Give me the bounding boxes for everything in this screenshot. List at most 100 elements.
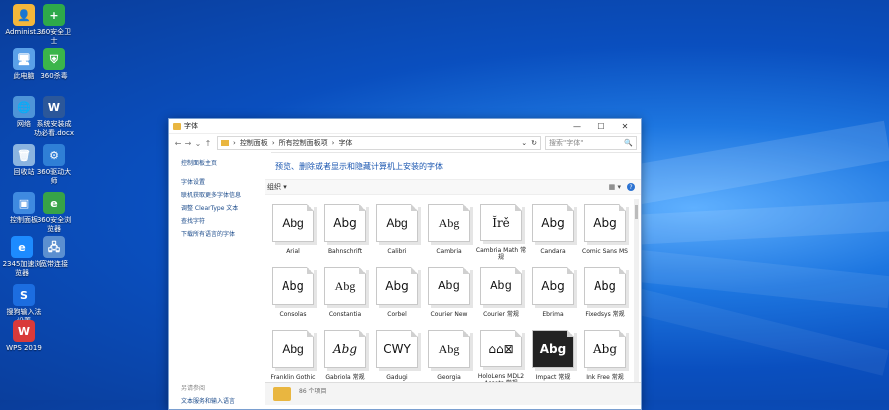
view-options-button[interactable]: ▦ ▾ (609, 183, 621, 191)
desktop-icon-label: 360驱动大师 (36, 168, 72, 185)
font-item[interactable]: Abg Comic Sans MS (579, 198, 631, 261)
font-preview-icon: Abg (584, 204, 626, 242)
folder-icon (173, 122, 181, 130)
organize-menu[interactable]: 组织 ▾ (267, 182, 287, 192)
breadcrumb-sep: › (233, 139, 236, 147)
app-icon: e (11, 236, 33, 258)
back-button[interactable]: ← (173, 139, 183, 148)
font-name: Courier New (430, 311, 468, 318)
desktop-icon-label: 360安全卫士 (36, 28, 72, 45)
font-item[interactable]: Abg Fixedsys 常规 (579, 261, 631, 324)
font-preview-icon: Abg (376, 204, 418, 242)
refresh-button[interactable]: ↻ (531, 139, 537, 147)
font-item[interactable]: Abg Corbel (371, 261, 423, 324)
app-icon: + (43, 4, 65, 26)
font-item[interactable]: Abg Bahnschrift (319, 198, 371, 261)
fonts-window: 字体 — ☐ ✕ ← → ⌄ ↑ › 控制面板 › 所有控制面板项 › 字体 ⌄… (168, 118, 642, 410)
address-bar: ← → ⌄ ↑ › 控制面板 › 所有控制面板项 › 字体 ⌄ ↻ 搜索"字体"… (169, 134, 641, 153)
search-placeholder: 搜索"字体" (549, 139, 584, 147)
font-name: Franklin Gothic (270, 374, 316, 381)
forward-button[interactable]: → (183, 139, 193, 148)
sidebar-item[interactable]: 查找字符 (181, 216, 271, 225)
font-item[interactable]: Abg Gabriola 常规 (319, 324, 371, 387)
desktop-icon[interactable]: e 360安全浏览器 (34, 192, 74, 234)
font-preview-icon: Abg (324, 204, 366, 242)
wallpaper-beam (601, 280, 889, 376)
desktop-icon[interactable]: ⚙ 360驱动大师 (34, 144, 74, 186)
page-heading: 预览、删除或者显示和隐藏计算机上安装的字体 (275, 162, 443, 171)
search-icon: 🔍 (624, 139, 633, 147)
title-bar[interactable]: 字体 — ☐ ✕ (169, 119, 641, 134)
font-item[interactable]: Ĭrě Cambria Math 常规 (475, 198, 527, 261)
address-input[interactable]: › 控制面板 › 所有控制面板项 › 字体 ⌄ ↻ (217, 136, 541, 150)
search-input[interactable]: 搜索"字体" 🔍 (545, 136, 637, 150)
font-preview-icon: Ĭrě (480, 204, 522, 241)
breadcrumb-all-items[interactable]: 所有控制面板项 (279, 138, 328, 148)
scroll-thumb[interactable] (635, 205, 638, 219)
font-name: Calibri (387, 248, 407, 255)
font-name: Courier 常规 (483, 311, 519, 318)
font-item[interactable]: Abg Ebrima (527, 261, 579, 324)
font-item[interactable]: Abg Candara (527, 198, 579, 261)
font-preview-icon: Abg (532, 204, 574, 242)
sidebar-item[interactable]: 字体设置 (181, 177, 271, 186)
vertical-scrollbar[interactable] (634, 199, 639, 395)
main-pane: 预览、删除或者显示和隐藏计算机上安装的字体 组织 ▾ ▦ ▾ ? Abg Aria… (265, 152, 641, 409)
desktop-icon[interactable]: W WPS 2019 (4, 320, 44, 353)
font-preview-icon: Abg (272, 267, 314, 305)
breadcrumb-fonts[interactable]: 字体 (338, 138, 352, 148)
font-item[interactable]: Abg Constantia (319, 261, 371, 324)
font-item[interactable]: Abg Cambria (423, 198, 475, 261)
font-name: Consolas (279, 311, 307, 318)
desktop-icon[interactable]: ⛨ 360杀毒 (34, 48, 74, 81)
sidebar: 控制面板主页 字体设置联机获取更多字体信息 调整 ClearType 文本 查找字符… (169, 152, 271, 409)
help-icon[interactable]: ? (627, 183, 635, 191)
font-item[interactable]: Abg Ink Free 常规 (579, 324, 631, 387)
app-icon: ⛨ (43, 48, 65, 70)
sidebar-item-text-services[interactable]: 文本服务和输入语言 (181, 396, 235, 405)
app-icon: 👤 (13, 4, 35, 26)
address-dropdown-button[interactable]: ⌄ (521, 139, 527, 147)
sidebar-home-link[interactable]: 控制面板主页 (181, 158, 271, 167)
maximize-button[interactable]: ☐ (589, 122, 613, 131)
font-grid: Abg Arial Abg Bahnschrift Abg Calibri Abg Cambr… (267, 198, 631, 387)
font-name: Arial (286, 248, 300, 255)
font-name: Comic Sans MS (582, 248, 628, 255)
desktop-icon[interactable]: +360安全卫士 (34, 4, 74, 46)
font-name: Cambria (436, 248, 462, 255)
recent-dropdown-button[interactable]: ⌄ (193, 139, 203, 148)
app-icon: 🌐 (13, 96, 35, 118)
desktop-icon[interactable]: 🖧 宽带连接 (34, 236, 74, 269)
font-preview-icon: Abg (532, 330, 574, 368)
font-item[interactable]: ⌂⌂⊠HoloLens MDL2 Assets 常规 (475, 324, 527, 387)
window-title: 字体 (184, 122, 198, 130)
breadcrumb-control-panel[interactable]: 控制面板 (240, 138, 268, 148)
font-name: Corbel (387, 311, 407, 318)
close-button[interactable]: ✕ (613, 122, 637, 131)
font-name: Impact 常规 (535, 374, 571, 381)
minimize-button[interactable]: — (565, 122, 589, 131)
see-also-label: 另请参阅 (181, 385, 206, 392)
app-icon: ▣ (13, 192, 35, 214)
font-item[interactable]: Abg Calibri (371, 198, 423, 261)
sidebar-item[interactable]: 下载所有语言的字体 (181, 229, 271, 238)
app-icon: 🖧 (43, 236, 65, 258)
app-icon: S (13, 284, 35, 306)
font-preview-icon: ⌂⌂⊠ (480, 330, 522, 367)
sidebar-item[interactable]: 调整 ClearType 文本 (181, 203, 271, 212)
font-item[interactable]: Abg Courier 常规 (475, 261, 527, 324)
font-item[interactable]: CWY Gadugi (371, 324, 423, 387)
font-item[interactable]: Abg Georgia (423, 324, 475, 387)
font-item[interactable]: Abg Franklin Gothic (267, 324, 319, 387)
font-preview-icon: Abg (376, 267, 418, 305)
app-icon: W (13, 320, 35, 342)
desktop-icon-label: WPS 2019 (6, 344, 42, 352)
up-button[interactable]: ↑ (203, 139, 213, 148)
font-item[interactable]: Abg Arial (267, 198, 319, 261)
font-item[interactable]: Abg Consolas (267, 261, 319, 324)
sidebar-item[interactable]: 联机获取更多字体信息 (181, 190, 271, 199)
font-item[interactable]: Abg Courier New (423, 261, 475, 324)
desktop-icon[interactable]: W 系统安装成功必看.docx (34, 96, 74, 138)
font-item[interactable]: Abg Impact 常规 (527, 324, 579, 387)
font-preview-icon: Abg (584, 330, 626, 368)
